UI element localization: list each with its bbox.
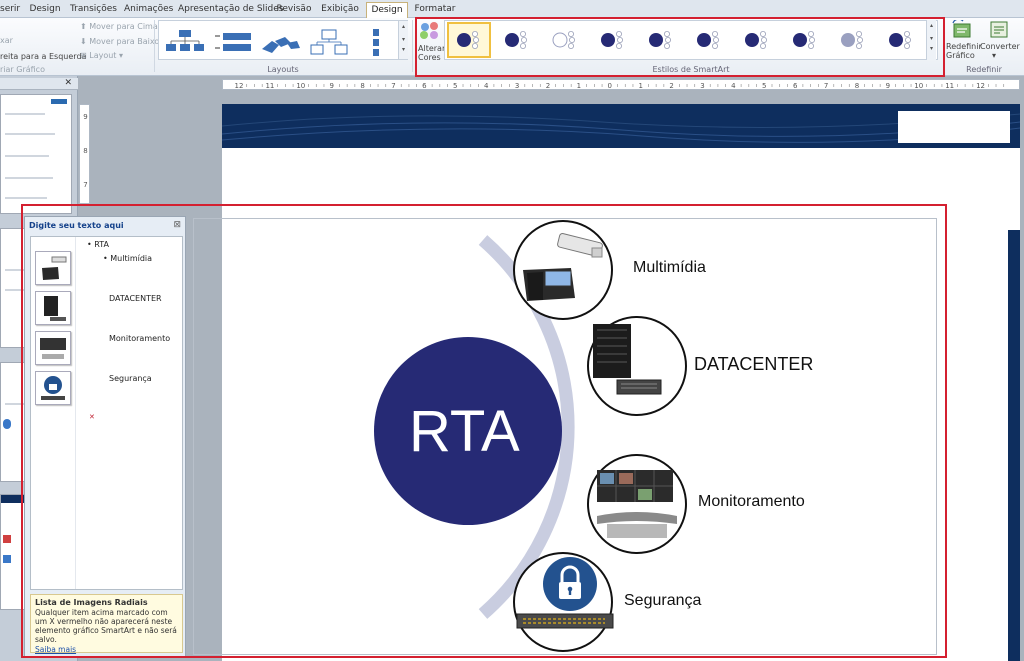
chevron-up-icon: ▴ [401, 23, 405, 30]
chevron-down-icon: ▾ [401, 36, 405, 43]
close-icon[interactable]: ✕ [64, 78, 72, 88]
tab-formatar[interactable]: Formatar [414, 2, 456, 18]
ruler-tick-label: 8 [855, 82, 859, 90]
layout-list-icon[interactable] [213, 27, 257, 61]
vertical-ruler: 9 8 7 [79, 104, 90, 204]
arrow-up-icon: ⬆ [80, 22, 90, 31]
ruler-tick-label: 10 [296, 82, 305, 90]
horizontal-ruler: 12 11 10 9 8 7 6 5 4 3 2 1 0 1 2 3 4 5 6 7 8 9 10 11 12 [222, 79, 1020, 90]
tab-apresentacao[interactable]: Apresentação de Slides [178, 2, 283, 18]
layout-label: Layout [89, 51, 117, 60]
ruler-tick-label: 5 [762, 82, 766, 90]
chevron-down-icon: ▾ [992, 51, 997, 60]
ruler-tick-label: 10 [914, 82, 923, 90]
tab-transicoes[interactable]: Transições [70, 2, 117, 18]
slide-header-banner [222, 104, 1020, 148]
ruler-tick-label: 5 [453, 82, 457, 90]
ruler-tick-label: 8 [83, 147, 87, 155]
move-down-label: Mover para Baixo [89, 37, 160, 46]
reset-graphic-label: Redefinir Gráfico [946, 42, 982, 60]
styles-highlight-box [415, 17, 945, 77]
arrow-down-icon: ⬇ [80, 37, 90, 46]
tab-inserir[interactable]: serir [0, 2, 20, 18]
more-icon: ▾ [401, 46, 405, 53]
ruler-tick-label: 3 [515, 82, 519, 90]
convert-icon [990, 21, 1008, 38]
ruler-tick-label: 4 [484, 82, 489, 90]
layouts-group-label: Layouts [267, 65, 299, 74]
tab-smartart-design[interactable]: Design [366, 2, 408, 18]
ruler-tick-label: 1 [638, 82, 642, 90]
tab-revisao[interactable]: Revisão [276, 2, 312, 18]
ruler-tick-label: 0 [608, 82, 612, 90]
ribbon-move-down[interactable]: ⬇ Mover para Baixo [80, 37, 159, 46]
ribbon-create-graphic-label: riar Gráfico [0, 65, 45, 74]
layouts-gallery: ▴ ▾ ▾ [158, 20, 408, 60]
reset-group-label: Redefinir [966, 65, 1002, 74]
ruler-tick-label: 8 [360, 82, 364, 90]
reset-graphic-button[interactable]: Redefinir Gráfico [946, 20, 982, 64]
layout-org-chart-icon[interactable] [163, 27, 207, 61]
ruler-tick-label: 2 [546, 82, 550, 90]
ruler-tick-label: 12 [976, 82, 985, 90]
ribbon-right-to-left[interactable]: reita para a Esquerda [0, 52, 86, 61]
ruler-tick-label: 11 [945, 82, 954, 90]
layout-process-icon[interactable] [259, 27, 303, 61]
ruler-tick-label: 4 [731, 82, 736, 90]
slide-side-bar [1008, 230, 1020, 661]
layout-vertical-icon[interactable] [359, 27, 403, 61]
tab-animacoes[interactable]: Animações [124, 2, 173, 18]
ruler-tick-label: 9 [886, 82, 890, 90]
ribbon-tabs: serir Design Transições Animações Aprese… [0, 0, 1024, 18]
ruler-tick-label: 7 [824, 82, 828, 90]
ruler-tick-label: 9 [83, 113, 87, 121]
ribbon-demote[interactable]: xar [0, 36, 13, 45]
chevron-down-icon: ▾ [116, 51, 124, 60]
ribbon-layout-dropdown[interactable]: ⊞ Layout ▾ [80, 51, 123, 60]
ruler-tick-label: 6 [422, 82, 427, 90]
smartart-highlight-box [21, 204, 947, 658]
slide-thumbnail[interactable] [0, 94, 72, 214]
ruler-tick-label: 6 [793, 82, 798, 90]
tab-exibicao[interactable]: Exibição [320, 2, 360, 18]
ruler-tick-label: 1 [577, 82, 581, 90]
slides-panel-header: ✕ [0, 78, 78, 90]
ruler-tick-label: 9 [329, 82, 333, 90]
convert-label: Converter [980, 42, 1020, 51]
ribbon-move-up[interactable]: ⬆ Mover para Cima [80, 22, 158, 31]
ruler-tick-label: 2 [669, 82, 673, 90]
ruler-tick-label: 7 [391, 82, 395, 90]
reset-graphic-icon [952, 20, 971, 38]
layout-icon: ⊞ [80, 51, 90, 60]
ruler-tick-label: 11 [265, 82, 274, 90]
move-up-label: Mover para Cima [89, 22, 158, 31]
convert-button[interactable]: Converter ▾ [980, 20, 1020, 64]
ruler-tick-label: 7 [83, 181, 87, 189]
tab-design[interactable]: Design [28, 2, 62, 18]
ruler-tick-label: 3 [700, 82, 704, 90]
layout-hierarchy-icon[interactable] [307, 27, 351, 61]
logo-placeholder [898, 111, 1010, 143]
ruler-tick-label: 12 [235, 82, 244, 90]
layouts-gallery-scroll[interactable]: ▴ ▾ ▾ [398, 21, 408, 59]
